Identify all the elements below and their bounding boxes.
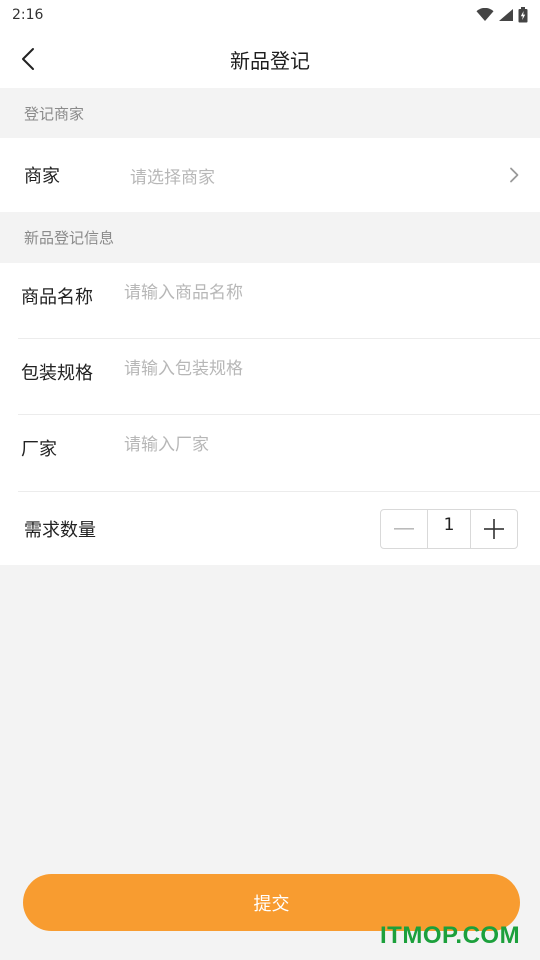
quantity-stepper: 1 — [380, 508, 518, 549]
status-icons — [476, 7, 528, 23]
decrement-button[interactable] — [381, 510, 427, 548]
plus-icon — [484, 518, 504, 539]
section-header-info: 新品登记信息 — [0, 212, 540, 262]
manufacturer-row: 厂家 — [18, 415, 540, 491]
package-spec-row: 包装规格 — [18, 339, 540, 415]
signal-icon — [499, 9, 513, 21]
quantity-label: 需求数量 — [24, 519, 96, 541]
back-button[interactable] — [10, 41, 46, 77]
battery-charging-icon — [518, 7, 528, 23]
product-name-input[interactable] — [124, 283, 504, 303]
wifi-icon — [476, 8, 494, 21]
watermark-logo: ITMOP.COM — [380, 922, 521, 949]
product-name-row: 商品名称 — [18, 263, 540, 339]
package-spec-input[interactable] — [124, 359, 504, 379]
merchant-placeholder: 请选择商家 — [130, 167, 215, 188]
page-title: 新品登记 — [230, 48, 310, 73]
navigation-bar: 新品登记 — [0, 30, 540, 88]
status-time: 2:16 — [12, 7, 44, 23]
chevron-right-icon — [506, 167, 522, 183]
manufacturer-label: 厂家 — [21, 439, 57, 460]
quantity-value[interactable]: 1 — [427, 509, 471, 548]
merchant-label: 商家 — [24, 166, 60, 187]
section-header-merchant: 登记商家 — [0, 88, 540, 138]
chevron-left-icon — [22, 48, 34, 70]
package-spec-label: 包装规格 — [21, 363, 93, 384]
product-name-label: 商品名称 — [21, 287, 93, 308]
status-bar: 2:16 — [0, 0, 540, 30]
manufacturer-input[interactable] — [124, 435, 504, 455]
quantity-row: 需求数量 1 — [0, 492, 540, 565]
merchant-select-row[interactable]: 商家 请选择商家 — [0, 138, 540, 212]
increment-button[interactable] — [471, 510, 517, 548]
minus-icon — [394, 527, 414, 530]
